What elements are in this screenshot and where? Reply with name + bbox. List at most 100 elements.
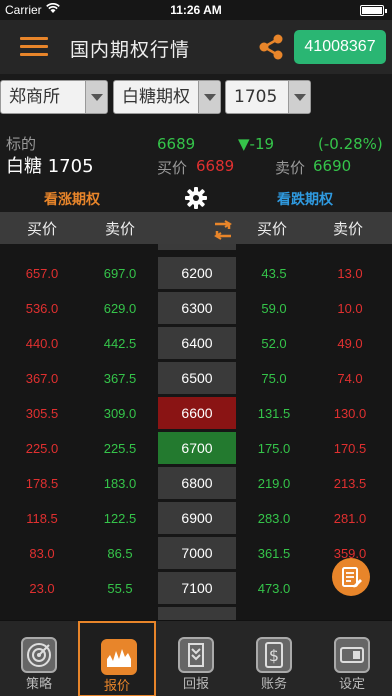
edit-list-icon	[342, 567, 362, 588]
call-options-title: 看涨期权	[44, 192, 100, 208]
tab-quotes[interactable]: 报价	[78, 621, 156, 696]
svg-text:$: $	[269, 646, 279, 665]
put-bid-cell[interactable]: 175.0	[236, 441, 312, 456]
table-row[interactable]: 657.0 697.0 6200 43.5 13.0	[0, 257, 392, 292]
contract-select[interactable]: 1705	[225, 80, 311, 114]
tab-settings[interactable]: 设定	[313, 621, 391, 696]
put-bid-cell[interactable]: 52.0	[236, 336, 312, 351]
call-bid-header: 买价	[26, 220, 57, 238]
call-bid-cell[interactable]: 118.5	[4, 511, 80, 526]
table-row[interactable]: 536.0 629.0 6300 59.0 10.0	[0, 292, 392, 327]
table-row[interactable]	[0, 607, 392, 620]
call-ask-cell[interactable]: 225.5	[82, 441, 158, 456]
bid-label: 买价	[157, 159, 188, 177]
call-bid-cell[interactable]: 23.0	[4, 581, 80, 596]
menu-icon[interactable]	[20, 37, 48, 57]
put-ask-cell[interactable]: 10.0	[312, 301, 388, 316]
order-fab-button[interactable]	[332, 558, 370, 596]
call-ask-cell[interactable]: 629.0	[82, 301, 158, 316]
call-bid-cell[interactable]: 367.0	[4, 371, 80, 386]
ask-label: 卖价	[275, 159, 306, 177]
put-options-title: 看跌期权	[277, 192, 333, 208]
strike-price-partial	[158, 244, 236, 250]
call-ask-cell[interactable]: 697.0	[82, 266, 158, 281]
put-ask-cell[interactable]: 49.0	[312, 336, 388, 351]
tab-accounts[interactable]: $ 账务	[235, 621, 313, 696]
strike-price-cell: 6800	[158, 467, 236, 499]
call-ask-cell[interactable]: 367.5	[82, 371, 158, 386]
call-ask-cell[interactable]: 86.5	[82, 546, 158, 561]
chevron-down-icon	[198, 81, 220, 113]
underlying-change: ▼-19	[238, 135, 275, 153]
bid-price: 6689	[196, 157, 235, 175]
put-ask-cell[interactable]: 170.5	[312, 441, 388, 456]
exchange-select[interactable]: 郑商所	[0, 80, 108, 114]
tab-label: 策略	[25, 677, 52, 692]
call-ask-cell[interactable]: 183.0	[82, 476, 158, 491]
put-ask-cell[interactable]: 213.5	[312, 476, 388, 491]
table-row[interactable]: 367.0 367.5 6500 75.0 74.0	[0, 362, 392, 397]
contract-select-value: 1705	[234, 87, 278, 107]
tab-strategy[interactable]: 策略	[0, 621, 78, 696]
chevron-down-icon	[85, 81, 107, 113]
put-ask-cell[interactable]: 281.0	[312, 511, 388, 526]
target-icon	[21, 637, 57, 673]
battery-icon	[360, 5, 387, 16]
call-bid-cell[interactable]: 178.5	[4, 476, 80, 491]
tab-reports[interactable]: 回报	[157, 621, 235, 696]
put-ask-header: 卖价	[332, 220, 363, 238]
underlying-price: 6689	[157, 135, 196, 153]
put-bid-cell[interactable]: 59.0	[236, 301, 312, 316]
put-bid-cell[interactable]: 131.5	[236, 406, 312, 421]
dollar-icon: $	[256, 637, 292, 673]
put-bid-cell[interactable]: 283.0	[236, 511, 312, 526]
chart-icon	[101, 639, 137, 675]
selector-bar: 郑商所 白糖期权 1705	[0, 80, 392, 114]
table-row[interactable]: 178.5 183.0 6800 219.0 213.5	[0, 467, 392, 502]
ask-price: 6690	[313, 157, 352, 175]
strike-price-cell: 6600	[158, 397, 236, 429]
put-bid-cell[interactable]: 473.0	[236, 581, 312, 596]
put-ask-cell[interactable]: 74.0	[312, 371, 388, 386]
put-ask-cell[interactable]: 13.0	[312, 266, 388, 281]
account-button[interactable]: 41008367	[294, 30, 386, 64]
table-row[interactable]: 225.0 225.5 6700 175.0 170.5	[0, 432, 392, 467]
table-row[interactable]	[0, 244, 392, 253]
call-ask-cell[interactable]: 55.5	[82, 581, 158, 596]
strike-price-cell: 6500	[158, 362, 236, 394]
call-bid-cell[interactable]: 305.5	[4, 406, 80, 421]
nav-bar: 国内期权行情 41008367	[0, 20, 392, 74]
gear-icon[interactable]	[184, 186, 208, 210]
clock: 11:26 AM	[170, 3, 222, 17]
table-row[interactable]: 440.0 442.5 6400 52.0 49.0	[0, 327, 392, 362]
table-row[interactable]: 305.5 309.0 6600 131.5 130.0	[0, 397, 392, 432]
put-ask-cell[interactable]: 130.0	[312, 406, 388, 421]
strike-price-cell: 7100	[158, 572, 236, 604]
product-select[interactable]: 白糖期权	[113, 80, 221, 114]
call-bid-cell[interactable]: 440.0	[4, 336, 80, 351]
options-section-header: 看涨期权 看跌期权	[0, 184, 392, 212]
status-bar: Carrier 11:26 AM	[0, 0, 392, 20]
put-bid-cell[interactable]: 75.0	[236, 371, 312, 386]
call-bid-cell[interactable]: 225.0	[4, 441, 80, 456]
strike-price-partial	[158, 607, 236, 620]
strike-price-cell: 6200	[158, 257, 236, 289]
call-bid-cell[interactable]: 536.0	[4, 301, 80, 316]
column-header: 买价 卖价 买价 卖价	[0, 212, 392, 244]
strike-price-cell: 7000	[158, 537, 236, 569]
call-ask-cell[interactable]: 309.0	[82, 406, 158, 421]
put-bid-cell[interactable]: 43.5	[236, 266, 312, 281]
call-bid-cell[interactable]: 83.0	[4, 546, 80, 561]
put-bid-cell[interactable]: 361.5	[236, 546, 312, 561]
share-icon[interactable]	[257, 33, 285, 61]
call-bid-cell[interactable]: 657.0	[4, 266, 80, 281]
table-row[interactable]: 118.5 122.5 6900 283.0 281.0	[0, 502, 392, 537]
underlying-name: 白糖 1705	[6, 156, 94, 177]
call-ask-cell[interactable]: 122.5	[82, 511, 158, 526]
put-bid-cell[interactable]: 219.0	[236, 476, 312, 491]
call-ask-cell[interactable]: 442.5	[82, 336, 158, 351]
settings-icon	[334, 637, 370, 673]
underlying-quote: 标的 白糖 1705 6689 ▼-19 (-0.28%) 买价 6689 卖价…	[0, 130, 392, 180]
page-title: 国内期权行情	[70, 39, 191, 61]
tab-label: 设定	[338, 677, 365, 692]
